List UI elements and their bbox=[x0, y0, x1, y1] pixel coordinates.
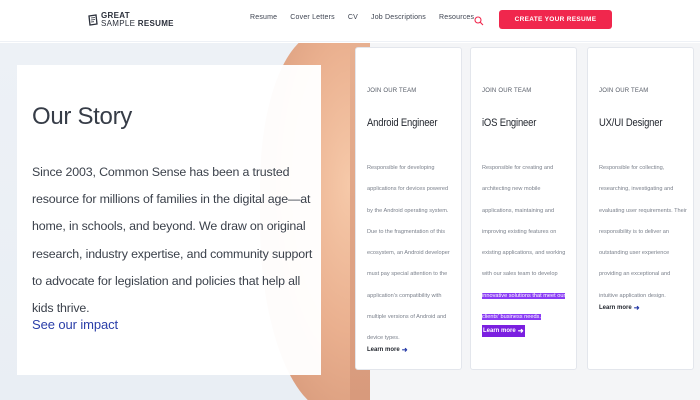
search-icon[interactable] bbox=[474, 13, 484, 26]
nav-job-descriptions[interactable]: Job Descriptions bbox=[371, 14, 426, 21]
main-nav: Resume Cover Letters CV Job Descriptions… bbox=[250, 14, 487, 21]
logo[interactable]: GREAT SAMPLE RESUME bbox=[87, 11, 174, 29]
logo-line2: SAMPLE RESUME bbox=[101, 19, 174, 28]
nav-cv[interactable]: CV bbox=[348, 14, 358, 21]
hero-section: Our Story Since 2003, Common Sense has b… bbox=[0, 43, 350, 400]
learn-more-link[interactable]: Learn more ➜ bbox=[482, 325, 525, 337]
create-resume-button[interactable]: CREATE YOUR RESUME bbox=[499, 10, 612, 29]
story-body: Since 2003, Common Sense has been a trus… bbox=[32, 165, 313, 316]
job-card-ux-ui: JOIN OUR TEAM UX/UI Designer Responsible… bbox=[587, 47, 694, 370]
nav-cover-letters[interactable]: Cover Letters bbox=[290, 14, 335, 21]
see-our-impact-link[interactable]: See our impact bbox=[32, 317, 118, 332]
logo-icon bbox=[87, 13, 99, 27]
job-title: iOS Engineer bbox=[482, 117, 537, 129]
arrow-right-icon: ➜ bbox=[517, 328, 524, 335]
learn-more-link[interactable]: Learn more ➜ bbox=[599, 304, 640, 312]
story-card: Our Story Since 2003, Common Sense has b… bbox=[17, 65, 321, 375]
arrow-right-icon: ➜ bbox=[401, 347, 408, 354]
job-title: Android Engineer bbox=[367, 117, 438, 129]
job-description: Responsible for collecting, researching,… bbox=[599, 165, 687, 299]
job-card-android: JOIN OUR TEAM Android Engineer Responsib… bbox=[355, 47, 462, 370]
job-description: Responsible for developing applications … bbox=[367, 165, 450, 342]
site-header: GREAT SAMPLE RESUME Resume Cover Letters… bbox=[0, 0, 700, 42]
job-eyebrow: JOIN OUR TEAM bbox=[599, 88, 649, 94]
job-description: Responsible for creating and architectin… bbox=[482, 165, 566, 321]
story-title: Our Story bbox=[32, 103, 132, 130]
selected-text: innovative solutions that meet our clien… bbox=[482, 292, 566, 321]
nav-resume[interactable]: Resume bbox=[250, 14, 277, 21]
job-eyebrow: JOIN OUR TEAM bbox=[367, 88, 417, 94]
arrow-right-icon: ➜ bbox=[633, 305, 640, 312]
learn-more-link[interactable]: Learn more ➜ bbox=[367, 346, 408, 354]
nav-resources[interactable]: Resources bbox=[439, 14, 474, 21]
job-card-ios: JOIN OUR TEAM iOS Engineer Responsible f… bbox=[470, 47, 577, 370]
job-title: UX/UI Designer bbox=[599, 117, 663, 129]
job-eyebrow: JOIN OUR TEAM bbox=[482, 88, 532, 94]
